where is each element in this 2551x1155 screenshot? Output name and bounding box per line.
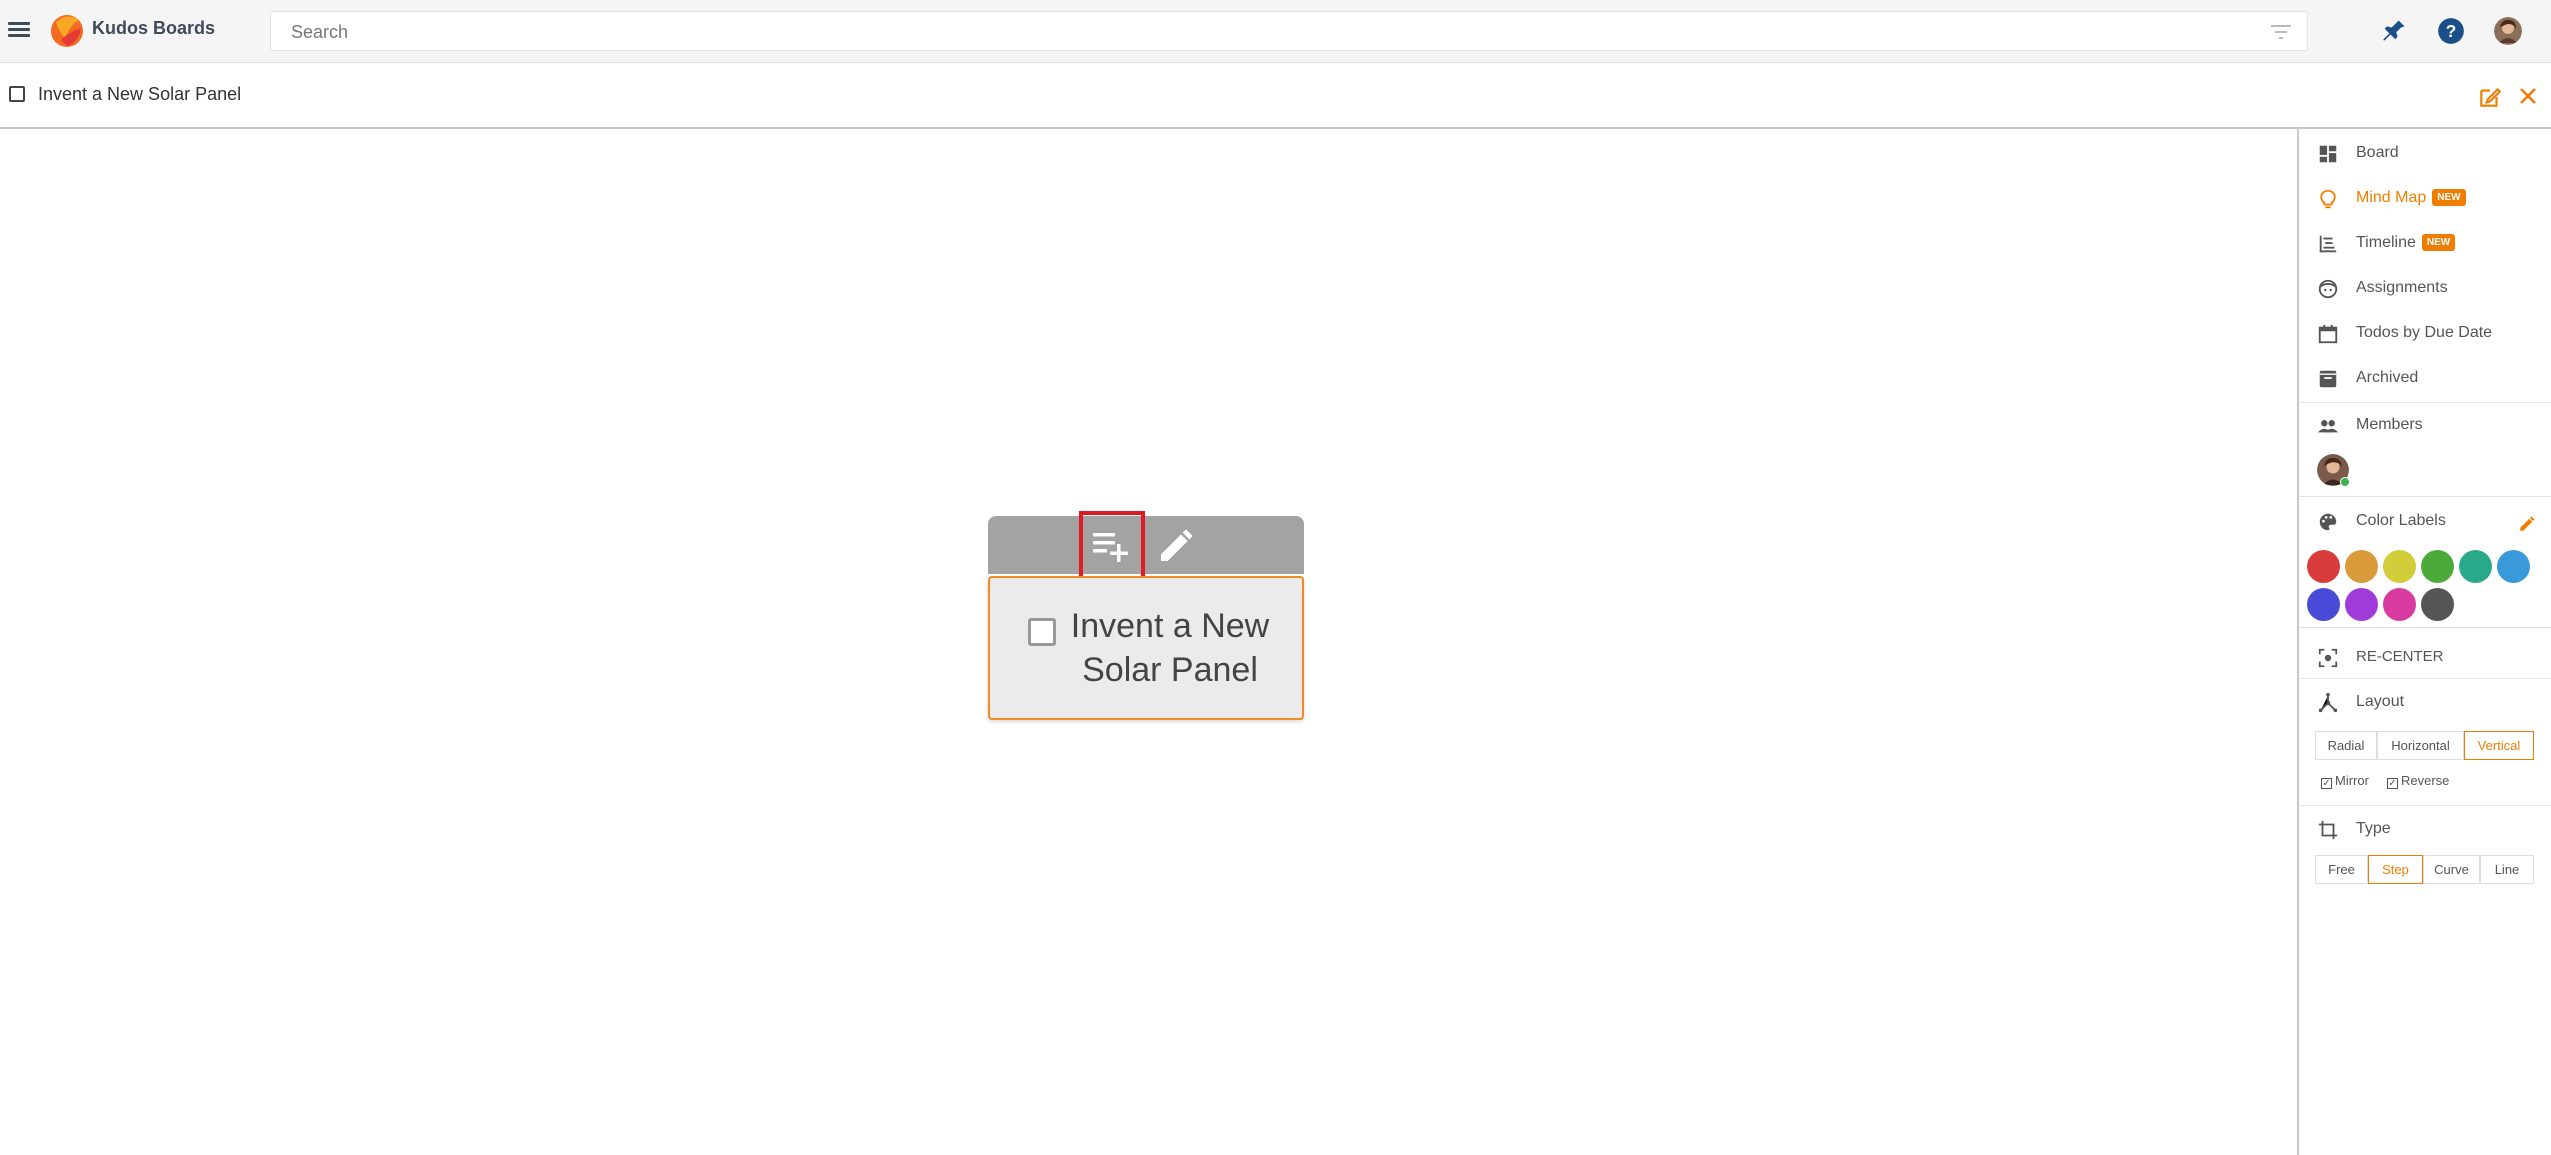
menu-icon[interactable]: [8, 19, 30, 41]
help-icon[interactable]: ?: [2437, 17, 2465, 45]
view-timeline[interactable]: Timeline NEW: [2299, 221, 2551, 265]
user-avatar[interactable]: [2494, 17, 2522, 45]
layout-label: Layout: [2356, 693, 2405, 710]
crop-icon: [2318, 820, 2338, 840]
node-title: Invent a New Solar Panel: [1070, 607, 1270, 689]
color-label-swatch[interactable]: [2345, 588, 2378, 621]
view-label: Mind Map: [2356, 189, 2427, 206]
color-label-swatch[interactable]: [2307, 550, 2340, 583]
recenter-label: RE-CENTER: [2356, 648, 2444, 665]
timeline-icon: [2319, 235, 2337, 253]
reverse-checkbox[interactable]: ✓: [2387, 778, 2398, 789]
sidebar-divider: [2299, 627, 2551, 628]
node-toolbar: [988, 516, 1304, 574]
sidebar-divider: [2299, 678, 2551, 679]
playlist-add-icon: [1093, 533, 1128, 562]
members-label: Members: [2356, 416, 2423, 433]
mirror-option[interactable]: ✓ Mirror: [2321, 773, 2369, 789]
pencil-icon[interactable]: [1156, 526, 1196, 566]
color-labels-header: Color Labels: [2299, 499, 2551, 543]
filter-icon[interactable]: [2271, 24, 2291, 40]
reverse-label: Reverse: [2401, 773, 2450, 788]
pin-icon[interactable]: [2380, 17, 2408, 45]
view-label: Board: [2356, 144, 2399, 161]
add-child-button[interactable]: [1079, 511, 1145, 580]
center-focus-icon: [2318, 648, 2338, 668]
color-label-swatch[interactable]: [2345, 550, 2378, 583]
layout-vertical-button[interactable]: Vertical: [2464, 731, 2534, 760]
view-label: Assignments: [2356, 279, 2448, 296]
recenter-button[interactable]: RE-CENTER: [2299, 635, 2551, 679]
layout-tree-icon: [2318, 692, 2338, 713]
dashboard-icon: [2319, 145, 2337, 163]
members-header: Members: [2299, 403, 2551, 447]
view-board[interactable]: Board: [2299, 131, 2551, 175]
color-label-swatch[interactable]: [2421, 588, 2454, 621]
view-label: Timeline: [2356, 234, 2416, 251]
color-label-swatch[interactable]: [2383, 550, 2416, 583]
online-status-dot: [2340, 477, 2350, 487]
color-label-swatch[interactable]: [2383, 588, 2416, 621]
type-free-button[interactable]: Free: [2315, 855, 2368, 884]
color-label-swatch[interactable]: [2421, 550, 2454, 583]
people-icon: [2317, 420, 2339, 433]
view-todos-by-due-date[interactable]: Todos by Due Date: [2299, 311, 2551, 355]
top-app-bar: Kudos Boards ?: [0, 0, 2551, 63]
view-label: Todos by Due Date: [2356, 324, 2493, 341]
svg-text:?: ?: [2446, 21, 2457, 41]
sidebar-divider: [2299, 805, 2551, 806]
type-line-button[interactable]: Line: [2480, 855, 2534, 884]
lightbulb-icon: [2320, 189, 2336, 209]
kudos-logo-icon[interactable]: [47, 10, 87, 50]
sidebar-divider: [2299, 496, 2551, 497]
pencil-icon[interactable]: [2518, 515, 2536, 533]
view-label: Archived: [2356, 369, 2419, 386]
right-sidebar: Board Mind Map NEW Timeline NEW Assignment…: [2297, 129, 2551, 1155]
mirror-label: Mirror: [2335, 773, 2369, 788]
reverse-option[interactable]: ✓ Reverse: [2387, 773, 2450, 789]
mind-map-root-node[interactable]: Invent a New Solar Panel: [988, 576, 1304, 720]
type-label: Type: [2356, 820, 2391, 837]
archive-icon: [2319, 370, 2337, 388]
layout-horizontal-button[interactable]: Horizontal: [2377, 731, 2464, 760]
search-input[interactable]: [289, 21, 2189, 44]
color-labels-label: Color Labels: [2356, 512, 2446, 529]
layout-radial-button[interactable]: Radial: [2315, 731, 2377, 760]
new-badge: NEW: [2421, 234, 2456, 251]
view-assignments[interactable]: Assignments: [2299, 266, 2551, 310]
color-label-swatch[interactable]: [2497, 550, 2530, 583]
layout-header: Layout: [2299, 680, 2551, 724]
board-title-bar: Invent a New Solar Panel: [0, 63, 2551, 129]
type-header: Type: [2299, 807, 2551, 851]
view-mind-map[interactable]: Mind Map NEW: [2299, 176, 2551, 220]
color-label-swatch[interactable]: [2307, 588, 2340, 621]
close-icon[interactable]: [2517, 85, 2539, 107]
search-bar[interactable]: [270, 11, 2308, 51]
board-title: Invent a New Solar Panel: [38, 84, 242, 104]
type-step-button[interactable]: Step: [2368, 855, 2423, 884]
calendar-icon: [2318, 324, 2338, 344]
view-archived[interactable]: Archived: [2299, 356, 2551, 400]
new-badge: NEW: [2432, 189, 2466, 206]
mirror-checkbox[interactable]: ✓: [2321, 778, 2332, 789]
palette-icon: [2319, 513, 2337, 531]
app-name[interactable]: Kudos Boards: [92, 18, 215, 39]
edit-icon[interactable]: [2477, 84, 2503, 110]
type-curve-button[interactable]: Curve: [2423, 855, 2480, 884]
face-icon: [2318, 279, 2338, 299]
board-checkbox[interactable]: [9, 86, 25, 102]
color-label-swatch[interactable]: [2459, 550, 2492, 583]
